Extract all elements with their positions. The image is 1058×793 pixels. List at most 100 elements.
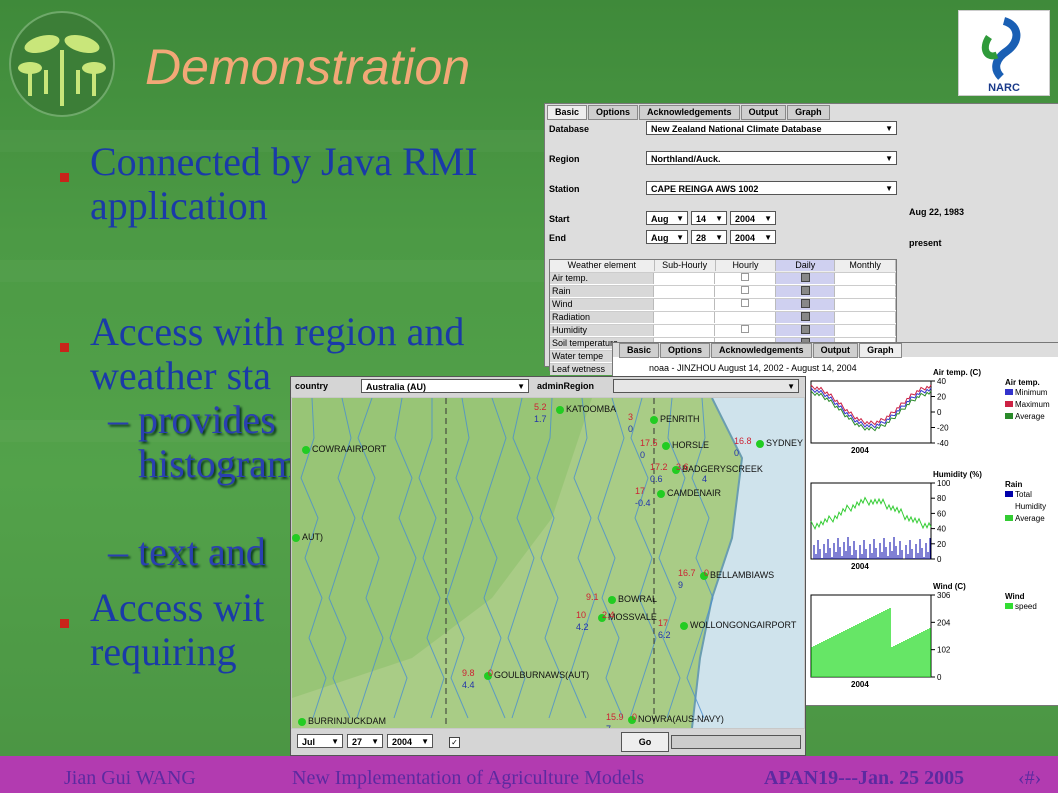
footer-page-number: ‹#› [1018, 767, 1042, 789]
start-year-select[interactable]: 2004 ▼ [730, 211, 776, 225]
checkbox[interactable] [741, 286, 749, 294]
legend-swatch [1005, 389, 1013, 395]
grid-cell[interactable] [776, 312, 835, 323]
graph-tab-graph[interactable]: Graph [859, 343, 902, 358]
station-label: BELLAMBIAWS [710, 570, 774, 580]
tab-acknowledgements[interactable]: Acknowledgements [639, 105, 740, 120]
svg-text:NARC: NARC [988, 82, 1020, 94]
grid-cell[interactable] [776, 273, 835, 284]
tab-output[interactable]: Output [740, 105, 787, 120]
graph-tab-basic[interactable]: Basic [619, 343, 660, 358]
grid-cell[interactable] [835, 325, 896, 336]
grid-cell[interactable] [776, 286, 835, 297]
station-select[interactable]: CAPE REINGA AWS 1002 ▼ [646, 181, 897, 195]
graph-tab-options[interactable]: Options [660, 343, 711, 358]
checkbox[interactable] [800, 273, 810, 282]
country-select[interactable]: Australia (AU) ▼ [361, 379, 529, 393]
grid-cell[interactable] [715, 325, 776, 336]
grid-cell[interactable] [654, 299, 715, 310]
grid-cell[interactable] [715, 286, 776, 297]
day-select[interactable]: 27 ▼ [347, 734, 383, 748]
legend-swatch [1005, 515, 1013, 521]
checkbox[interactable] [741, 299, 749, 307]
grid-cell[interactable] [654, 273, 715, 284]
grid-cell[interactable] [715, 312, 776, 323]
region-select[interactable]: Northland/Auck. ▼ [646, 151, 897, 165]
bullet-3: Access wit requiring [60, 586, 264, 674]
grid-cell[interactable] [654, 286, 715, 297]
grid-cell[interactable] [776, 325, 835, 336]
graph-tab-acknowledgements[interactable]: Acknowledgements [711, 343, 812, 358]
tick-label: 0 [937, 408, 942, 417]
tab-basic[interactable]: Basic [547, 105, 588, 120]
graph-tab-output[interactable]: Output [812, 343, 859, 358]
tab-graph[interactable]: Graph [787, 105, 830, 120]
bullet-text: requiring [90, 629, 237, 674]
station-value: -0.4 [635, 498, 651, 508]
end-label: End [549, 233, 566, 243]
database-select[interactable]: New Zealand National Climate Database ▼ [646, 121, 897, 135]
tab-options[interactable]: Options [588, 105, 639, 120]
legend-title: Wind [1005, 592, 1025, 601]
month-select[interactable]: Jul ▼ [297, 734, 343, 748]
station-value: 3 [628, 412, 633, 422]
end-year-select[interactable]: 2004 ▼ [730, 230, 776, 244]
checkbox[interactable] [800, 286, 810, 295]
station-marker [298, 718, 306, 726]
station-value: 17.5 [640, 438, 658, 448]
end-day-select[interactable]: 28 ▼ [691, 230, 727, 244]
station-marker [662, 442, 670, 450]
station-value: 4.4 [462, 680, 475, 690]
legend-swatch [1005, 491, 1013, 497]
station-label: HORSLE [672, 440, 709, 450]
legend-title: Rain [1005, 480, 1022, 489]
checkbox[interactable] [741, 325, 749, 333]
bullet-text: Connected by Java RMI [90, 139, 478, 184]
station-value: 0 [488, 668, 493, 678]
station-label: PENRITH [660, 414, 700, 424]
grid-cell[interactable] [835, 273, 896, 284]
chevron-down-icon: ▼ [676, 233, 684, 242]
checkbox[interactable] [800, 299, 810, 308]
station-value: 6.2 [658, 630, 671, 640]
database-value: New Zealand National Climate Database [651, 124, 822, 134]
bullet-marker [60, 173, 69, 182]
grid-cell[interactable] [654, 325, 715, 336]
admin-region-label: adminRegion [537, 381, 595, 391]
grid-cell[interactable] [835, 299, 896, 310]
footer-author: Jian Gui WANG [64, 767, 196, 789]
station-value: 0 [704, 568, 709, 578]
x-axis-label: 2004 [851, 446, 869, 455]
map-canvas[interactable]: KATOOMBA 5.2 1.7 PENRITH 3 0 COWRAAIRPORT 0 SYDN… [292, 398, 804, 728]
end-month-select[interactable]: Aug ▼ [646, 230, 688, 244]
start-day-value: 14 [696, 214, 707, 224]
grid-cell[interactable] [835, 286, 896, 297]
start-month-select[interactable]: Aug ▼ [646, 211, 688, 225]
year-select[interactable]: 2004 ▼ [387, 734, 433, 748]
station-value: 10 [576, 610, 586, 620]
bullet-1: Connected by Java RMI application [60, 139, 478, 228]
go-button[interactable]: Go [621, 732, 669, 752]
checkbox[interactable] [741, 273, 749, 281]
grid-cell[interactable] [654, 312, 715, 323]
chevron-down-icon: ▼ [885, 124, 893, 133]
admin-region-select[interactable]: ▼ [613, 379, 799, 393]
grid-row: Wind [550, 299, 896, 312]
grid-cell[interactable] [835, 312, 896, 323]
grid-cell[interactable] [776, 299, 835, 310]
start-day-select[interactable]: 14 ▼ [691, 211, 727, 225]
checkbox[interactable]: ✓ [449, 737, 460, 748]
checkbox[interactable] [800, 325, 810, 334]
tick-label: 306 [937, 591, 951, 600]
legend-title: Air temp. [1005, 378, 1040, 387]
grid-cell[interactable] [715, 273, 776, 284]
country-value: Australia (AU) [366, 382, 427, 392]
tick-label: 100 [937, 479, 951, 488]
grid-cell[interactable] [715, 299, 776, 310]
station-label: BADGERYSCREEK [682, 464, 763, 474]
chevron-down-icon: ▼ [885, 184, 893, 193]
bullet-text: application [90, 183, 268, 228]
grid-header: Weather element [550, 260, 655, 271]
checkbox[interactable] [800, 312, 810, 321]
footer-event: APAN19---Jan. 25 2005 [764, 767, 965, 789]
